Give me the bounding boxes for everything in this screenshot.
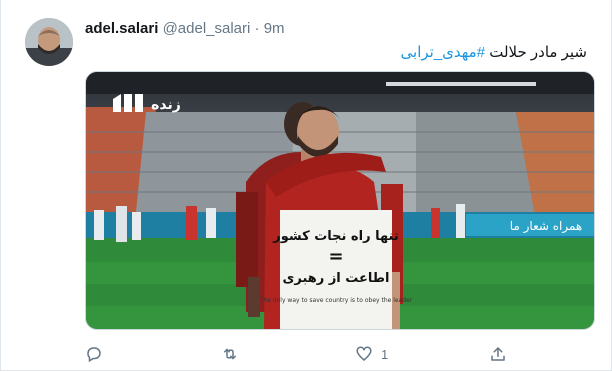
- channel-logo-text: زنده: [151, 97, 181, 113]
- shirt-equals: =: [328, 246, 343, 267]
- retweet-button[interactable]: [220, 344, 240, 364]
- shirt-line-1: تنها راه نجات کشور: [272, 229, 398, 244]
- shirt-english: The only way to save country is to obey …: [259, 297, 413, 304]
- separator: ·: [254, 20, 260, 37]
- like-button[interactable]: 1: [355, 344, 388, 364]
- board-text: همراه شعار ما: [510, 219, 583, 234]
- avatar[interactable]: [25, 18, 73, 66]
- reply-button[interactable]: [85, 344, 103, 364]
- tweet-actions: 1: [85, 344, 515, 364]
- share-icon: [489, 345, 507, 363]
- author-handle[interactable]: @adel_salari: [163, 20, 251, 37]
- retweet-icon: [220, 345, 240, 363]
- share-button[interactable]: [489, 344, 507, 364]
- heart-icon: [355, 345, 373, 363]
- like-count: 1: [381, 346, 389, 362]
- tweet-card[interactable]: adel.salari @adel_salari · 9m شیر مادر ح…: [0, 0, 612, 371]
- tweet-text: شیر مادر حلالت #مهدی_ترابی: [401, 43, 587, 61]
- shirt-line-2: اطاعت از رهبری: [282, 271, 389, 286]
- hashtag-link[interactable]: #مهدی_ترابی: [401, 44, 486, 61]
- tweet-header: adel.salari @adel_salari · 9m: [85, 20, 285, 37]
- author-name[interactable]: adel.salari: [85, 20, 158, 37]
- reply-icon: [85, 345, 103, 363]
- tweet-text-body: شیر مادر حلالت: [489, 44, 587, 61]
- timestamp[interactable]: 9m: [264, 20, 285, 37]
- tweet-image[interactable]: همراه شعار ما زنده تنها راه نجات کشور = …: [85, 71, 595, 330]
